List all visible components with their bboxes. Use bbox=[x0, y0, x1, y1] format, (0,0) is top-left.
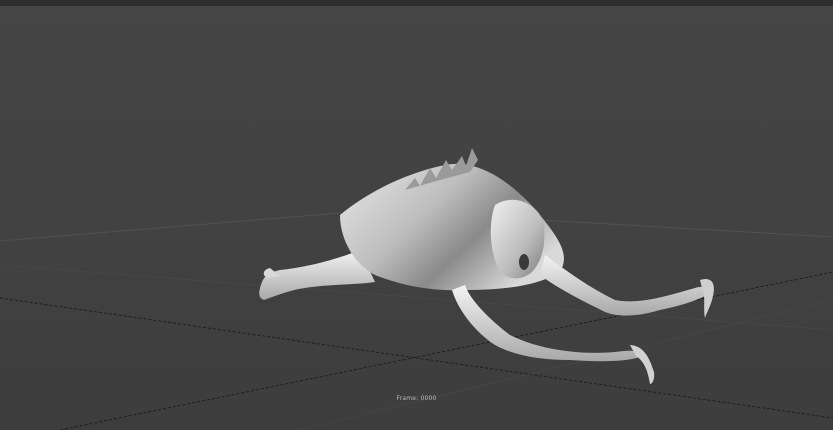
viewport-scene[interactable] bbox=[0, 0, 833, 430]
mouth bbox=[519, 254, 529, 270]
3d-viewport[interactable]: Frame: 0000 bbox=[0, 0, 833, 430]
frame-counter: Frame: 0000 bbox=[396, 395, 437, 402]
creature-model-icon[interactable] bbox=[259, 148, 714, 384]
grid-axis-z bbox=[59, 271, 833, 430]
claw-left bbox=[630, 345, 655, 384]
front-arm-right bbox=[540, 255, 712, 316]
grid-line-far-left bbox=[0, 212, 341, 242]
grid-line-far-right bbox=[539, 219, 833, 238]
front-arm-left bbox=[452, 285, 642, 362]
